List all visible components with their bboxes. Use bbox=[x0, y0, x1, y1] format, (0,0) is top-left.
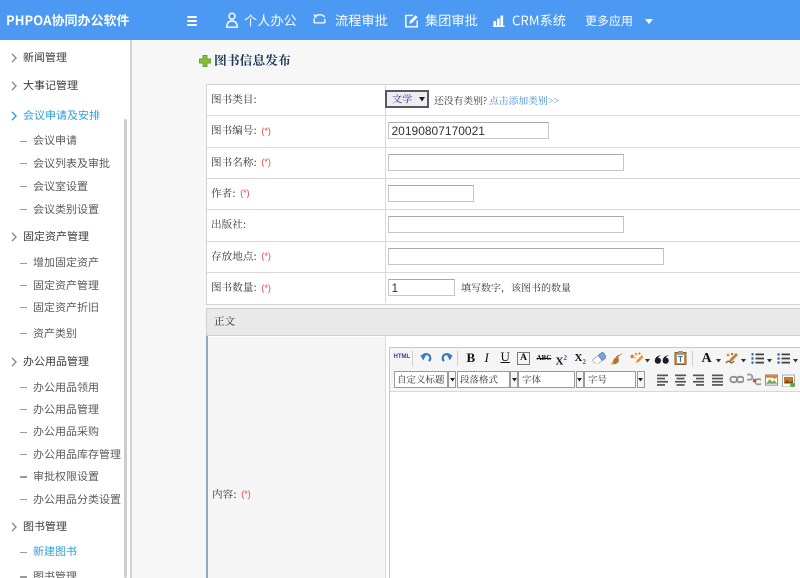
svg-text:T: T bbox=[678, 355, 683, 364]
